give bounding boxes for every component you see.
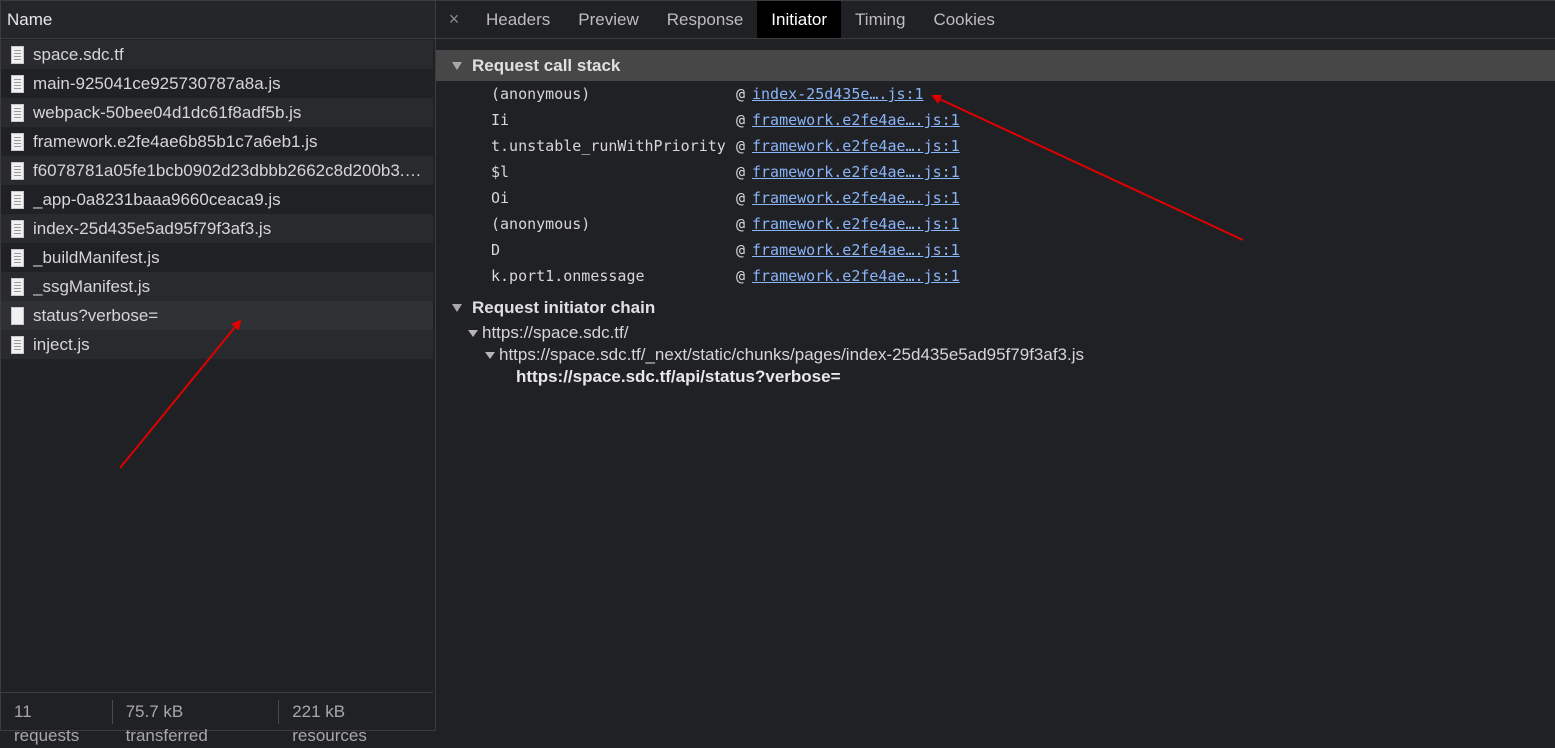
details-tab-bar: × Headers Preview Response Initiator Tim… [436, 1, 1555, 39]
function-name: D [491, 241, 501, 259]
section-title: Request initiator chain [472, 297, 656, 317]
function-name: Oi [491, 189, 510, 207]
script-file-icon [11, 190, 24, 209]
at-symbol: @ [736, 137, 746, 155]
request-row[interactable]: framework.e2fe4ae6b85b1c7a6eb1.js [1, 127, 433, 156]
request-name: framework.e2fe4ae6b85b1c7a6eb1.js [33, 132, 318, 151]
script-file-icon [11, 132, 24, 151]
request-row[interactable]: _ssgManifest.js [1, 272, 433, 301]
at-symbol: @ [736, 85, 746, 103]
source-link[interactable]: framework.e2fe4ae….js:1 [752, 185, 960, 211]
source-link[interactable]: framework.e2fe4ae….js:1 [752, 211, 960, 237]
expand-triangle-icon [468, 329, 478, 337]
document-icon [11, 45, 24, 64]
at-symbol: @ [736, 215, 746, 233]
at-symbol: @ [736, 163, 746, 181]
tab-initiator[interactable]: Initiator [757, 1, 842, 38]
function-name: t.unstable_runWithPriority [491, 137, 726, 155]
function-name: k.port1.onmessage [491, 267, 645, 285]
at-symbol: @ [736, 241, 746, 259]
network-request-list-panel: Name space.sdc.tf main-925041ce925730787… [0, 0, 436, 745]
tab-headers[interactable]: Headers [472, 1, 564, 38]
request-row[interactable]: _app-0a8231baaa9660ceaca9.js [1, 185, 433, 214]
blank-file-icon [11, 306, 24, 325]
request-initiator-chain-header[interactable]: Request initiator chain [436, 292, 1555, 323]
source-link[interactable]: framework.e2fe4ae….js:1 [752, 133, 960, 159]
script-file-icon [11, 248, 24, 267]
name-column-header[interactable]: Name [1, 1, 435, 39]
call-stack-frame: (anonymous) @ index-25d435e….js:1 [436, 81, 1555, 107]
initiator-url: https://space.sdc.tf/api/status?verbose= [516, 367, 841, 386]
source-link[interactable]: framework.e2fe4ae….js:1 [752, 237, 960, 263]
tab-cookies[interactable]: Cookies [919, 1, 1008, 38]
transferred-size: 75.7 kB transferred [111, 699, 279, 745]
request-row[interactable]: inject.js [1, 330, 433, 359]
script-file-icon [11, 335, 24, 354]
expand-triangle-icon [452, 303, 462, 312]
expand-triangle-icon [485, 351, 495, 359]
function-name: Ii [491, 111, 510, 129]
initiator-url: https://space.sdc.tf/ [482, 323, 629, 342]
request-name: webpack-50bee04d1dc61f8adf5b.js [33, 103, 302, 122]
source-link[interactable]: index-25d435e….js:1 [752, 81, 924, 107]
at-symbol: @ [736, 267, 746, 285]
initiator-url: https://space.sdc.tf/_next/static/chunks… [499, 345, 1084, 364]
initiator-chain-current-item: https://space.sdc.tf/api/status?verbose= [516, 367, 841, 387]
source-link[interactable]: framework.e2fe4ae….js:1 [752, 263, 960, 289]
script-file-icon [11, 277, 24, 296]
call-stack-list: (anonymous) @ index-25d435e….js:1 Ii @ frame… [436, 81, 1555, 289]
script-file-icon [11, 161, 24, 180]
call-stack-frame: $l @ framework.e2fe4ae….js:1 [436, 159, 1555, 185]
request-count: 11 requests [14, 701, 80, 745]
request-name: main-925041ce925730787a8a.js [33, 74, 281, 93]
at-symbol: @ [736, 111, 746, 129]
request-name: space.sdc.tf [33, 45, 124, 64]
request-name: index-25d435e5ad95f79f3af3.js [33, 219, 272, 238]
tab-preview[interactable]: Preview [564, 1, 652, 38]
request-name: _buildManifest.js [33, 248, 160, 267]
close-icon[interactable]: × [436, 1, 472, 38]
script-file-icon [11, 103, 24, 122]
request-row[interactable]: space.sdc.tf [1, 40, 433, 69]
function-name: $l [491, 163, 510, 181]
script-file-icon [11, 219, 24, 238]
call-stack-frame: t.unstable_runWithPriority @ framework.e2f… [436, 133, 1555, 159]
source-link[interactable]: framework.e2fe4ae….js:1 [752, 107, 960, 133]
call-stack-frame: k.port1.onmessage @ framework.e2fe4ae….js:… [436, 263, 1555, 289]
source-link[interactable]: framework.e2fe4ae….js:1 [752, 159, 960, 185]
request-row[interactable]: f6078781a05fe1bcb0902d23dbbb2662c8d200b3… [1, 156, 433, 185]
request-row[interactable]: webpack-50bee04d1dc61f8adf5b.js [1, 98, 433, 127]
resources-size: 221 kB resources [278, 699, 433, 745]
request-row[interactable]: _buildManifest.js [1, 243, 433, 272]
request-name: f6078781a05fe1bcb0902d23dbbb2662c8d200b3… [33, 161, 428, 180]
request-list: space.sdc.tf main-925041ce925730787a8a.j… [1, 40, 433, 359]
request-row-selected[interactable]: status?verbose= [1, 301, 433, 330]
request-call-stack-header[interactable]: Request call stack [436, 50, 1555, 81]
call-stack-frame: D @ framework.e2fe4ae….js:1 [436, 237, 1555, 263]
function-name: (anonymous) [491, 215, 591, 233]
at-symbol: @ [736, 189, 746, 207]
expand-triangle-icon [452, 61, 462, 70]
tab-timing[interactable]: Timing [841, 1, 919, 38]
initiator-chain-item[interactable]: https://space.sdc.tf/_next/static/chunks… [485, 345, 1084, 365]
network-summary-bar: 11 requests 75.7 kB transferred 221 kB r… [1, 692, 433, 745]
request-name: status?verbose= [33, 306, 159, 325]
script-file-icon [11, 74, 24, 93]
request-row[interactable]: main-925041ce925730787a8a.js [1, 69, 433, 98]
request-row[interactable]: index-25d435e5ad95f79f3af3.js [1, 214, 433, 243]
request-name: _ssgManifest.js [33, 277, 151, 296]
call-stack-frame: Oi @ framework.e2fe4ae….js:1 [436, 185, 1555, 211]
initiator-chain-item[interactable]: https://space.sdc.tf/ [468, 323, 628, 343]
function-name: (anonymous) [491, 85, 591, 103]
tab-response[interactable]: Response [653, 1, 758, 38]
request-name: inject.js [33, 335, 90, 354]
call-stack-frame: Ii @ framework.e2fe4ae….js:1 [436, 107, 1555, 133]
call-stack-frame: (anonymous) @ framework.e2fe4ae….js:1 [436, 211, 1555, 237]
section-title: Request call stack [472, 55, 621, 75]
request-name: _app-0a8231baaa9660ceaca9.js [33, 190, 281, 209]
request-details-panel: × Headers Preview Response Initiator Tim… [436, 0, 1555, 732]
